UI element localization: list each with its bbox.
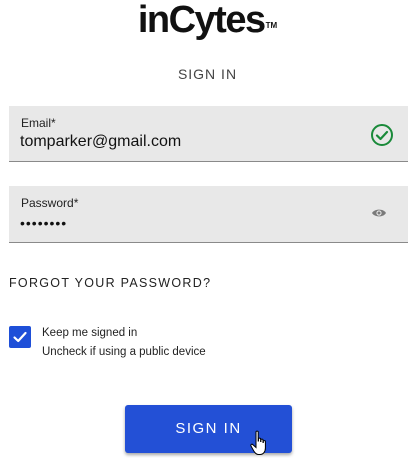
forgot-password-link[interactable]: FORGOT YOUR PASSWORD? xyxy=(9,276,211,290)
password-field[interactable]: Password* •••••••• xyxy=(9,186,408,243)
email-value[interactable]: tomparker@gmail.com xyxy=(20,133,181,151)
check-circle-icon xyxy=(371,124,393,146)
checkmark-icon xyxy=(13,331,27,343)
email-field[interactable]: Email* tomparker@gmail.com xyxy=(9,106,408,162)
page-title: SIGN IN xyxy=(177,66,238,82)
keep-signed-in-label[interactable]: Keep me signed in xyxy=(42,327,137,339)
password-label: Password* xyxy=(21,196,79,210)
eye-icon[interactable] xyxy=(371,207,387,219)
password-value[interactable]: •••••••• xyxy=(20,215,67,231)
brand-logo: inCytesTM xyxy=(0,0,415,40)
hand-cursor-icon xyxy=(250,430,266,455)
keep-signed-in-hint: Uncheck if using a public device xyxy=(42,346,206,358)
logo-trademark: TM xyxy=(265,21,278,30)
logo-text: inCytes xyxy=(137,0,266,41)
keep-signed-in-checkbox[interactable] xyxy=(9,326,31,348)
email-label: Email* xyxy=(21,116,56,130)
